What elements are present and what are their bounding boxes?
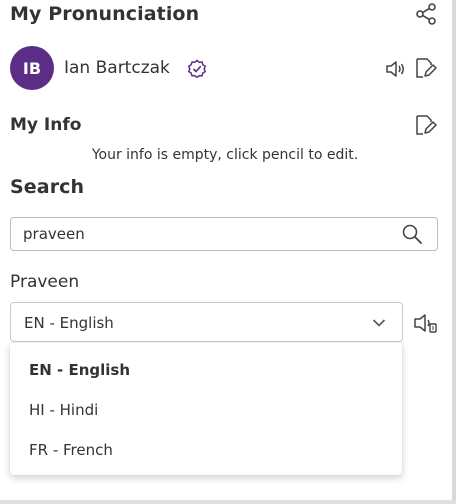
edit-info-button[interactable]	[413, 113, 437, 137]
play-pronunciation-button[interactable]	[412, 310, 438, 336]
chevron-down-icon	[372, 319, 386, 327]
search-button[interactable]	[401, 223, 423, 245]
verified-badge	[187, 59, 207, 79]
language-select[interactable]: EN - English	[10, 302, 403, 342]
panel-border	[452, 0, 456, 504]
share-icon	[416, 3, 436, 25]
language-select-value: EN - English	[24, 314, 114, 332]
search-input[interactable]	[23, 218, 383, 250]
language-option-hi[interactable]: HI - Hindi	[29, 401, 98, 419]
verified-check-icon	[187, 59, 207, 79]
language-option-fr[interactable]: FR - French	[29, 441, 113, 459]
search-heading: Search	[10, 176, 85, 198]
speaker-icon	[386, 61, 404, 77]
edit-name-button[interactable]	[413, 56, 437, 80]
panel-border-bottom	[0, 500, 456, 504]
search-field[interactable]	[10, 217, 438, 251]
language-option-en[interactable]: EN - English	[29, 361, 130, 379]
avatar: IB	[10, 46, 54, 90]
my-info-heading: My Info	[10, 115, 82, 135]
search-icon	[402, 224, 422, 244]
user-name: Ian Bartczak	[64, 58, 170, 78]
speaker-icon	[414, 314, 437, 333]
result-name: Praveen	[10, 272, 80, 292]
language-dropdown: EN - English HI - Hindi FR - French	[10, 343, 402, 475]
edit-pencil-icon	[416, 58, 437, 78]
share-button[interactable]	[414, 2, 438, 26]
play-name-button[interactable]	[384, 57, 408, 81]
edit-pencil-icon	[416, 115, 437, 135]
info-empty-message: Your info is empty, click pencil to edit…	[91, 147, 359, 163]
avatar-initials: IB	[22, 58, 42, 78]
page-title: My Pronunciation	[10, 3, 200, 25]
